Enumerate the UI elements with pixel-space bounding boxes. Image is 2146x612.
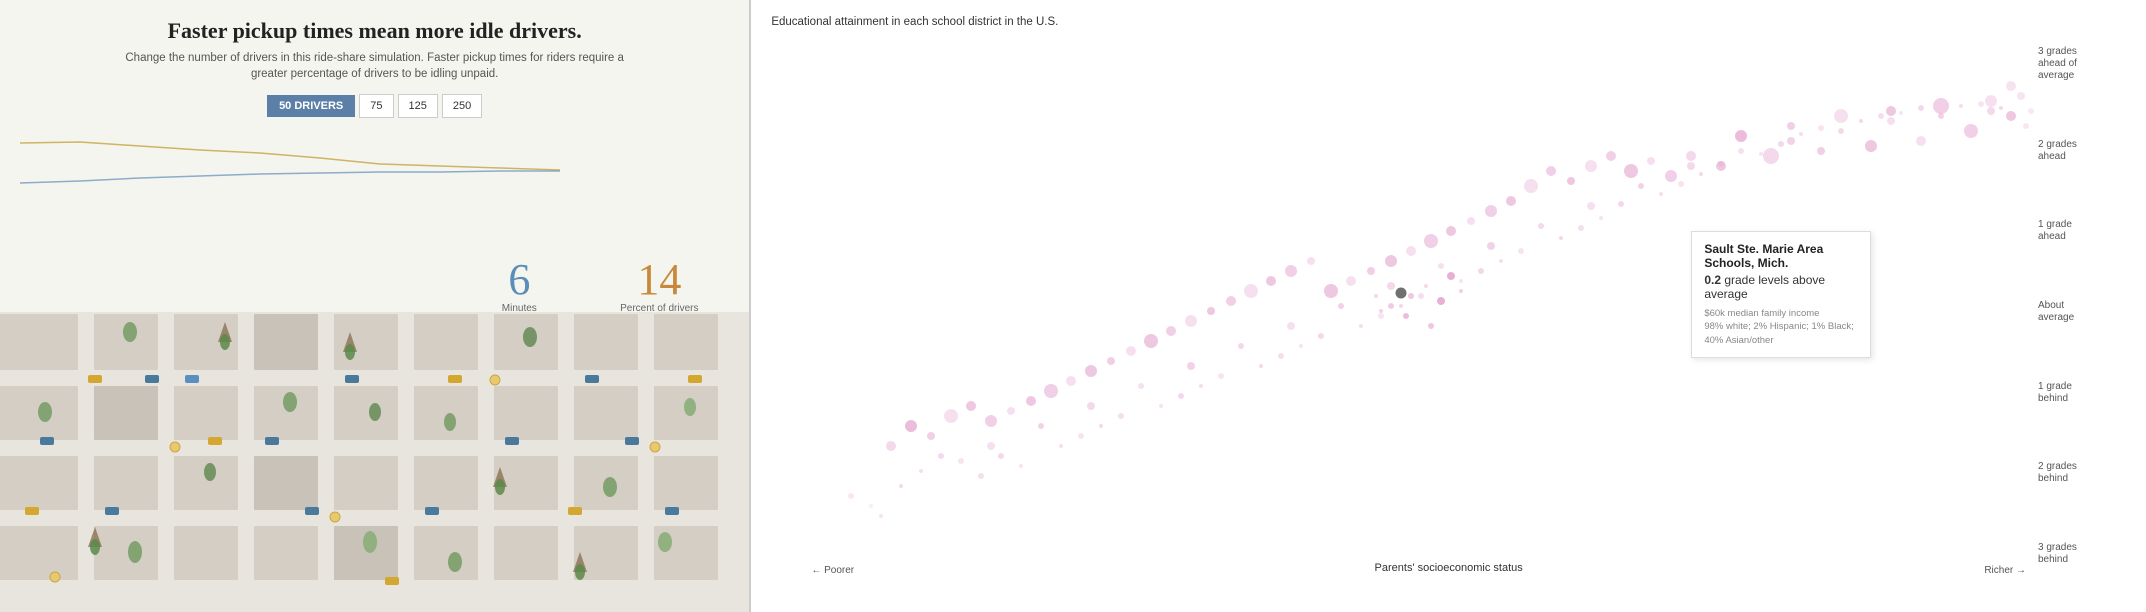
driver-btn-125[interactable]: 125 (398, 94, 438, 118)
tooltip-title: Sault Ste. Marie Area Schools, Mich. (1704, 242, 1858, 270)
driver-btn-75[interactable]: 75 (359, 94, 393, 118)
y-label-about-avg: Aboutaverage (2038, 300, 2118, 324)
tooltip-detail-income: $60k median family income (1704, 307, 1858, 320)
tooltip-grade: 0.2 grade levels above average (1704, 273, 1858, 301)
left-panel-title: Faster pickup times mean more idle drive… (168, 18, 582, 44)
minutes-stat: 6 (479, 258, 559, 302)
city-grid (0, 312, 749, 612)
driver-controls: 50 DRIVERS 75 125 250 (267, 94, 482, 118)
driver-btn-250[interactable]: 250 (442, 94, 482, 118)
y-label-1-ahead: 1 gradeahead (2038, 219, 2118, 243)
x-axis-title: Parents' socioeconomic status (771, 562, 2126, 574)
tooltip-detail-race: 98% white; 2% Hispanic; 1% Black; 40% As… (1704, 320, 1858, 347)
line-chart: 6 Minutes passengers are waiting 14 Perc… (20, 128, 729, 208)
chart-title: Educational attainment in each school di… (771, 16, 2126, 28)
left-panel-subtitle: Change the number of drivers in this rid… (125, 50, 625, 82)
left-panel: Faster pickup times mean more idle drive… (0, 0, 749, 612)
scatter-plot: Sault Ste. Marie Area Schools, Mich. 0.2… (771, 36, 2126, 576)
percent-stat: 14 (619, 258, 699, 302)
data-tooltip: Sault Ste. Marie Area Schools, Mich. 0.2… (1691, 231, 1871, 358)
y-axis-labels: 3 gradesahead ofaverage 2 gradesahead 1 … (2038, 36, 2118, 576)
y-label-1-behind: 1 gradebehind (2038, 381, 2118, 405)
y-label-2-behind: 2 gradesbehind (2038, 461, 2118, 485)
y-label-3-ahead: 3 gradesahead ofaverage (2038, 46, 2118, 82)
right-panel: Educational attainment in each school di… (751, 0, 2146, 612)
driver-btn-50[interactable]: 50 DRIVERS (267, 95, 355, 117)
y-label-2-ahead: 2 gradesahead (2038, 139, 2118, 163)
